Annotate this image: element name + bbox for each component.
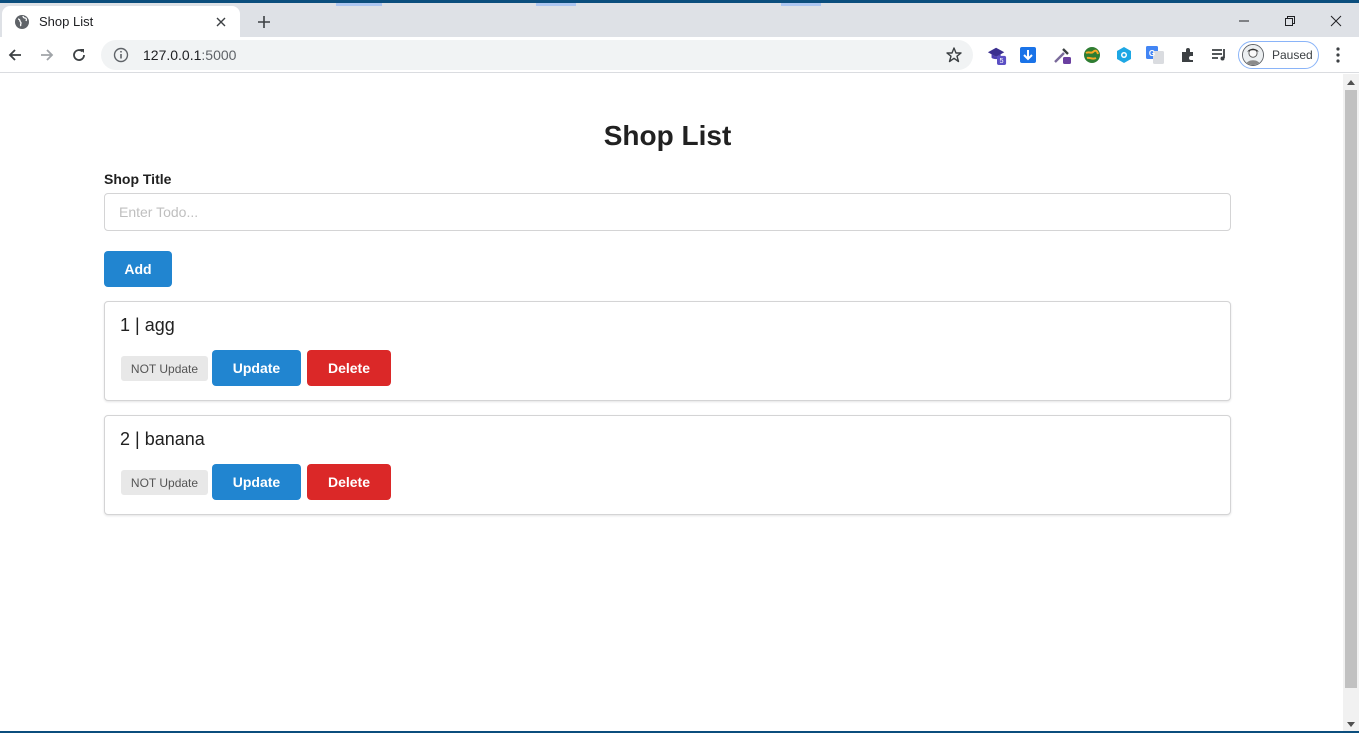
eye-extension-icon[interactable]	[1114, 45, 1134, 65]
delete-button[interactable]: Delete	[307, 350, 391, 386]
status-badge: NOT Update	[121, 356, 208, 381]
url-host: 127.0.0.1	[143, 47, 202, 63]
tab-title: Shop List	[39, 14, 94, 29]
browser-toolbar: 127.0.0.1:5000 5 G Paused	[0, 37, 1359, 73]
minimize-button[interactable]	[1221, 7, 1267, 35]
back-button[interactable]	[2, 42, 28, 68]
item-heading: 2 | banana	[120, 429, 205, 449]
tabstrip-highlight	[336, 3, 382, 6]
avatar	[1242, 44, 1264, 66]
close-window-button[interactable]	[1313, 7, 1359, 35]
shop-title-input[interactable]	[104, 193, 1231, 231]
translate-extension-icon[interactable]: G	[1145, 45, 1165, 65]
extension-badge: 5	[1000, 56, 1004, 65]
scrollbar-thumb[interactable]	[1345, 90, 1357, 688]
tab-shop-list[interactable]: Shop List	[2, 6, 240, 37]
page-viewport: Shop List Shop Title Add 1 | agg NOT Upd…	[0, 74, 1343, 733]
reload-button[interactable]	[66, 42, 92, 68]
tab-strip: Shop List	[0, 3, 1359, 37]
scroll-down-arrow-icon[interactable]	[1347, 722, 1355, 727]
restore-button[interactable]	[1267, 7, 1313, 35]
tabstrip-highlight	[781, 3, 821, 6]
update-button[interactable]: Update	[212, 350, 301, 386]
media-queue-icon[interactable]	[1209, 45, 1229, 65]
item-heading: 1 | agg	[120, 315, 175, 335]
svg-text:G: G	[1149, 49, 1155, 58]
tabstrip-highlight	[536, 3, 576, 6]
add-button[interactable]: Add	[104, 251, 172, 287]
scroll-up-arrow-icon[interactable]	[1347, 80, 1355, 85]
shop-title-label: Shop Title	[104, 171, 172, 187]
close-tab-icon[interactable]	[212, 13, 230, 31]
delete-button[interactable]: Delete	[307, 464, 391, 500]
browser-menu-icon[interactable]	[1328, 45, 1348, 65]
globe-extension-icon[interactable]	[1082, 45, 1102, 65]
new-tab-button[interactable]	[253, 11, 275, 33]
url-text: 127.0.0.1:5000	[143, 47, 236, 63]
vertical-scrollbar[interactable]	[1343, 74, 1359, 733]
url-port: :5000	[201, 47, 237, 63]
download-extension-icon[interactable]	[1018, 45, 1038, 65]
shop-item-card: 1 | agg NOT Update Update Delete	[104, 301, 1231, 401]
profile-status-label: Paused	[1272, 48, 1313, 62]
forward-button[interactable]	[34, 42, 60, 68]
graduation-cap-extension-icon[interactable]: 5	[987, 45, 1007, 65]
bookmark-star-icon[interactable]	[945, 46, 963, 64]
puzzle-extensions-icon[interactable]	[1178, 45, 1198, 65]
page-title: Shop List	[603, 120, 732, 151]
globe-icon	[14, 14, 30, 30]
status-badge: NOT Update	[121, 470, 208, 495]
profile-button[interactable]: Paused	[1238, 41, 1319, 69]
eyedropper-extension-icon[interactable]	[1052, 45, 1072, 65]
shop-item-card: 2 | banana NOT Update Update Delete	[104, 415, 1231, 515]
site-info-icon[interactable]	[113, 47, 129, 63]
update-button[interactable]: Update	[212, 464, 301, 500]
address-bar[interactable]: 127.0.0.1:5000	[101, 40, 973, 70]
